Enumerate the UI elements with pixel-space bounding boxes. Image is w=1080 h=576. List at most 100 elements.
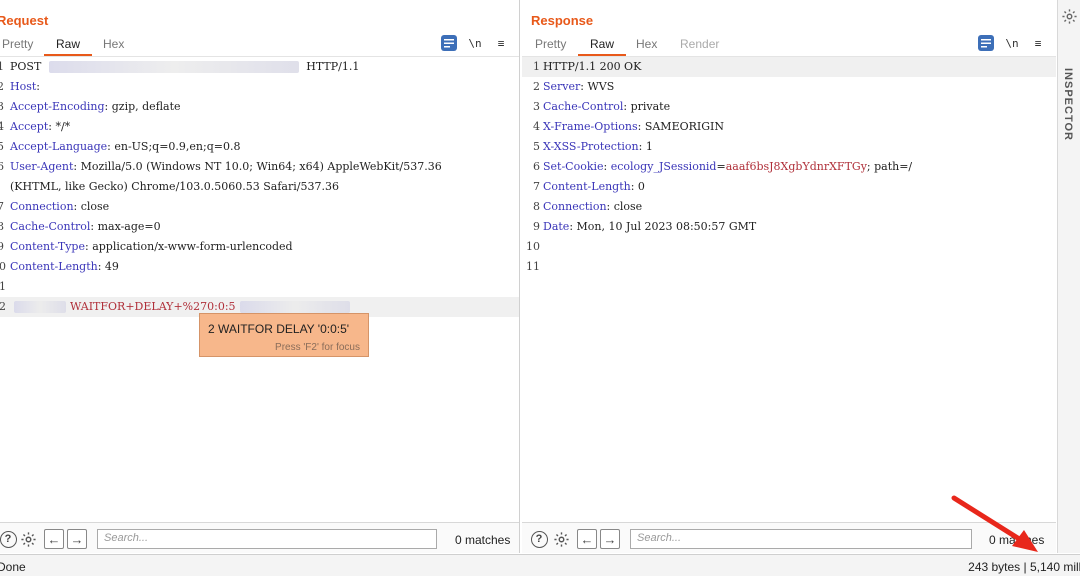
tab-render[interactable]: Render — [680, 37, 719, 51]
editor-line[interactable]: 3 Cache-Control: private — [522, 97, 1056, 117]
line-content: Cache-Control: private — [543, 97, 670, 117]
request-search-bar: ? ← → Search... 0 matches — [0, 522, 519, 553]
editor-line[interactable]: 11 — [522, 257, 1056, 277]
search-next-button[interactable]: → — [67, 529, 87, 549]
editor-line[interactable]: 1 POST HTTP/1.1 — [0, 57, 519, 77]
search-next-button[interactable]: → — [600, 529, 620, 549]
editor-line[interactable]: 6 User-Agent: Mozilla/5.0 (Windows NT 10.… — [0, 157, 519, 177]
line-number: 6 — [533, 160, 540, 173]
editor-line[interactable]: 7 Connection: close — [0, 197, 519, 217]
line-number: 3 — [533, 100, 540, 113]
settings-gear-icon[interactable] — [551, 529, 571, 549]
tab-hex[interactable]: Hex — [103, 37, 124, 51]
tab-hex[interactable]: Hex — [636, 37, 657, 51]
settings-gear-icon[interactable] — [18, 529, 38, 549]
header-key: Content-Length — [543, 180, 631, 193]
tab-raw[interactable]: Raw — [577, 37, 627, 56]
redacted-text — [48, 61, 299, 73]
line-number: 1 — [533, 60, 540, 73]
line-content: User-Agent: Mozilla/5.0 (Windows NT 10.0… — [10, 157, 442, 177]
inspector-label[interactable]: INSPECTOR — [1062, 68, 1074, 141]
header-key: X-XSS-Protection — [543, 140, 639, 153]
editor-line[interactable]: 6 Set-Cookie: ecology_JSessionid=aaaf6bsJ… — [522, 157, 1056, 177]
editor-line[interactable]: 11 — [0, 277, 519, 297]
text-segment: ; path=/ — [866, 160, 913, 173]
response-size-time: 243 bytes | 5,140 millis — [968, 560, 1080, 574]
line-content: Content-Length: 0 — [543, 177, 645, 197]
text-segment: : close — [606, 200, 643, 213]
text-segment: : — [36, 80, 40, 93]
help-icon[interactable]: ? — [0, 529, 18, 549]
search-prev-button[interactable]: ← — [44, 529, 64, 549]
editor-line[interactable]: 3 Accept-Encoding: gzip, deflate — [0, 97, 519, 117]
editor-line[interactable]: 10 — [522, 237, 1056, 257]
editor-line[interactable]: 5 X-XSS-Protection: 1 — [522, 137, 1056, 157]
tab-pretty[interactable]: Pretty — [535, 37, 566, 51]
header-key: Host — [10, 80, 37, 93]
editor-line[interactable]: 1 HTTP/1.1 200 OK — [522, 57, 1056, 77]
editor-line[interactable]: 4 Accept: */* — [0, 117, 519, 137]
editor-line[interactable]: 9 Content-Type: application/x-www-form-ur… — [0, 237, 519, 257]
text-segment: : Mon, 10 Jul 2023 08:50:57 GMT — [569, 220, 757, 233]
redacted-text — [14, 301, 66, 313]
gear-icon[interactable] — [1061, 8, 1078, 25]
header-key: Cache-Control — [543, 100, 624, 113]
header-key: Content-Type — [10, 240, 85, 253]
editor-line[interactable]: 5 Accept-Language: en-US;q=0.9,en;q=0.8 — [0, 137, 519, 157]
tab-pretty[interactable]: Pretty — [2, 37, 33, 51]
line-content: Accept: */* — [10, 117, 70, 137]
editor-line[interactable]: 9 Date: Mon, 10 Jul 2023 08:50:57 GMT — [522, 217, 1056, 237]
header-key: Date — [543, 220, 570, 233]
line-number: 3 — [0, 97, 4, 117]
line-number: 4 — [533, 120, 540, 133]
header-key: X-Frame-Options — [543, 120, 638, 133]
line-number: 8 — [533, 200, 540, 213]
editor-line[interactable]: 2 Server: WVS — [522, 77, 1056, 97]
status-text: Done — [0, 560, 26, 574]
editor-line[interactable]: 8 Cache-Control: max-age=0 — [0, 217, 519, 237]
newline-toggle-icon[interactable]: \n — [467, 35, 483, 51]
line-content: POST HTTP/1.1 — [10, 57, 359, 77]
editor-line[interactable]: 10Content-Length: 49 — [0, 257, 519, 277]
menu-icon[interactable]: ≡ — [1030, 35, 1046, 51]
menu-icon[interactable]: ≡ — [493, 35, 509, 51]
response-editor-actions: \n ≡ — [978, 35, 1046, 51]
wrap-icon[interactable] — [978, 35, 994, 51]
editor-line[interactable]: 7 Content-Length: 0 — [522, 177, 1056, 197]
inspector-sidebar[interactable]: INSPECTOR — [1057, 0, 1080, 553]
line-number: 11 — [526, 260, 540, 273]
header-key: User-Agent — [10, 160, 74, 173]
annotation-arrow-icon — [951, 495, 1038, 552]
text-segment: : 49 — [97, 260, 119, 273]
editor-line[interactable]: 8 Connection: close — [522, 197, 1056, 217]
newline-toggle-icon[interactable]: \n — [1004, 35, 1020, 51]
response-search-input[interactable]: Search... — [630, 529, 972, 549]
line-number: 11 — [0, 277, 6, 297]
editor-line[interactable]: 4 X-Frame-Options: SAMEORIGIN — [522, 117, 1056, 137]
burp-repeater: Request Pretty Raw Hex \n ≡ 1 POST HTTP/1… — [0, 0, 1080, 576]
text-segment: : */* — [48, 120, 71, 133]
request-search-input[interactable]: Search... — [97, 529, 437, 549]
line-number: 12 — [0, 297, 6, 317]
header-key: Accept — [10, 120, 49, 133]
request-editor[interactable]: 1 POST HTTP/1.1 2 Host: 3 Accept-Encoding: gz… — [0, 56, 519, 521]
response-editor[interactable]: 1 HTTP/1.1 200 OK 2 Server: WVS 3 Cache-Contr… — [522, 56, 1056, 521]
line-content: Accept-Encoding: gzip, deflate — [10, 97, 181, 117]
tab-raw[interactable]: Raw — [43, 37, 93, 56]
help-icon[interactable]: ? — [529, 529, 549, 549]
text-segment: : en-US;q=0.9,en;q=0.8 — [107, 140, 241, 153]
editor-line[interactable]: 2 Host: — [0, 77, 519, 97]
header-key: Connection — [10, 200, 74, 213]
text-segment: : private — [623, 100, 671, 113]
line-number: 5 — [533, 140, 540, 153]
line-number: 10 — [0, 257, 6, 277]
search-prev-button[interactable]: ← — [577, 529, 597, 549]
response-title: Response — [531, 13, 594, 28]
editor-line[interactable]: (KHTML, like Gecko) Chrome/103.0.5060.53… — [0, 177, 519, 197]
text-segment: : 1 — [638, 140, 653, 153]
header-key: Accept-Language — [10, 140, 108, 153]
line-content: Connection: close — [10, 197, 109, 217]
header-key: Set-Cookie — [543, 160, 604, 173]
wrap-icon[interactable] — [441, 35, 457, 51]
line-content: Server: WVS — [543, 77, 614, 97]
